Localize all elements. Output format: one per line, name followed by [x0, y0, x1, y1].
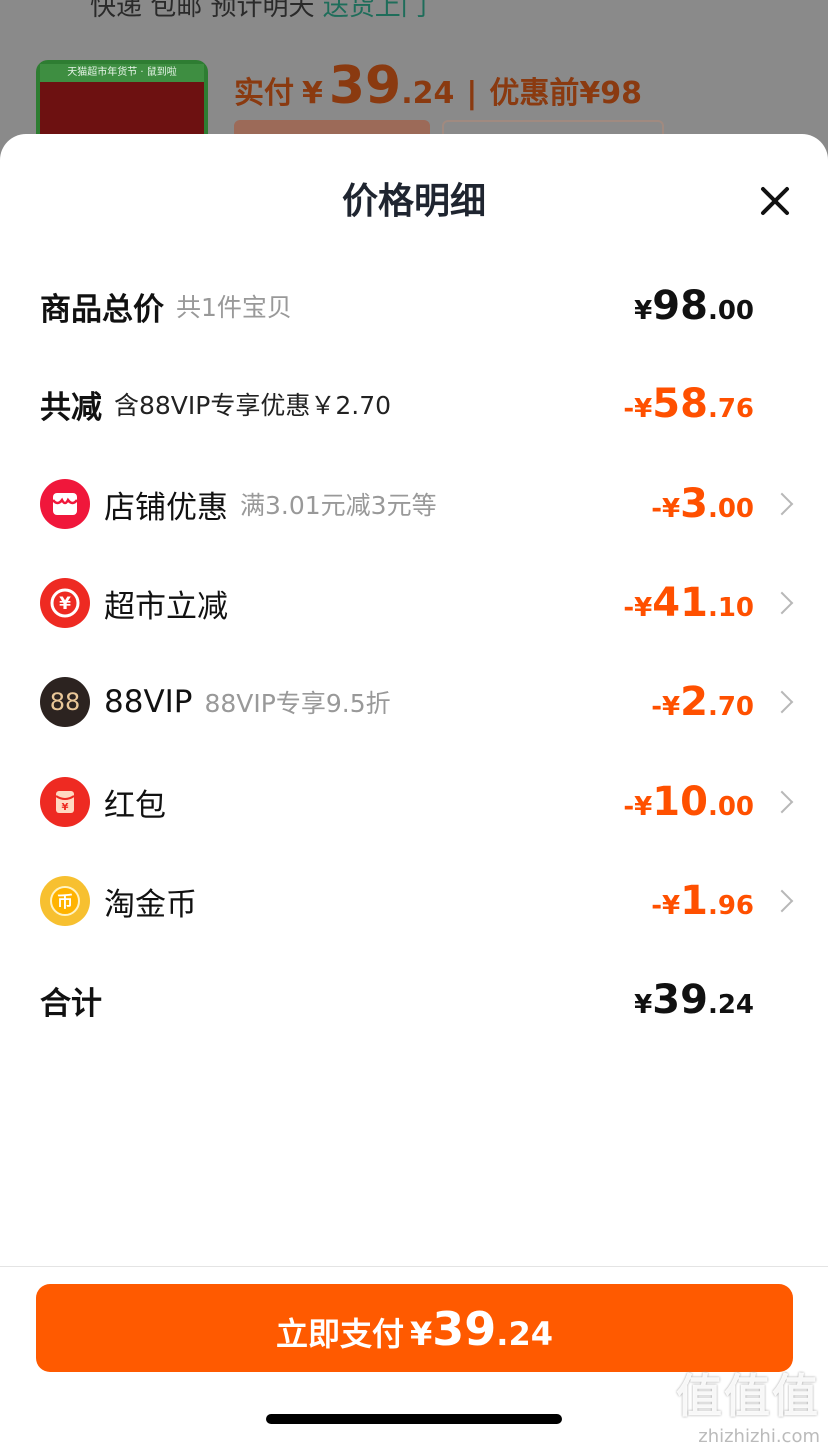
home-indicator[interactable] — [266, 1414, 562, 1424]
amount-currency: -¥ — [651, 494, 681, 524]
amount-dec: .00 — [707, 494, 754, 524]
88vip-note: 88VIP专享9.5折 — [204, 689, 391, 718]
88vip-label: 88VIP — [104, 684, 193, 720]
market-discount-label: 超市立减 — [104, 588, 228, 625]
row-red-envelope[interactable]: ¥ 红包 -¥10.00 — [40, 772, 828, 832]
item-total-amount: ¥98.00 — [634, 283, 754, 329]
amount-currency: -¥ — [623, 394, 653, 424]
amount-int: 41 — [652, 580, 708, 626]
paid-label: 实付 — [234, 76, 294, 111]
amount-int: 98 — [652, 283, 708, 329]
88vip-amount: -¥2.70 — [651, 679, 754, 725]
pre-discount-price: 优惠前¥98 — [489, 76, 642, 111]
watermark-url: zhizhizhi.com — [698, 1426, 820, 1443]
pay-button-label: 立即支付 — [276, 1315, 405, 1353]
amount-currency: ¥ — [634, 296, 653, 326]
delivery-info: 快递 包邮 预计明天 送货上门 — [90, 0, 427, 23]
sum-label: 合计 — [40, 985, 102, 1022]
amount-dec: .10 — [707, 593, 754, 623]
svg-text:¥: ¥ — [62, 802, 69, 813]
close-icon — [761, 187, 789, 215]
row-market-discount[interactable]: ¥ 超市立减 -¥41.10 — [40, 573, 828, 633]
svg-text:币: 币 — [57, 892, 73, 911]
item-total-label: 商品总价 — [40, 291, 164, 328]
amount-int: 39 — [652, 977, 708, 1023]
amount-currency: ¥ — [634, 990, 653, 1020]
pay-button-currency: ¥ — [410, 1315, 433, 1353]
row-sum: 合计 ¥39.24 — [40, 970, 828, 1030]
amount-currency: -¥ — [651, 692, 681, 722]
gold-coin-icon: 币 — [40, 876, 90, 926]
chevron-right-icon — [770, 591, 794, 615]
amount-dec: .00 — [707, 792, 754, 822]
red-envelope-icon: ¥ — [40, 777, 90, 827]
row-88vip-discount[interactable]: 88 88VIP 88VIP专享9.5折 -¥2.70 — [40, 672, 828, 732]
amount-dec: .76 — [707, 394, 754, 424]
row-item-total: 商品总价 共1件宝贝 ¥98.00 — [40, 276, 828, 336]
paid-dec: .24 — [401, 76, 455, 111]
close-button[interactable] — [752, 178, 798, 224]
sum-amount: ¥39.24 — [634, 977, 754, 1023]
amount-int: 1 — [680, 878, 708, 924]
reduction-label: 共减 — [40, 389, 102, 426]
chevron-right-icon — [770, 492, 794, 516]
chevron-right-icon — [770, 889, 794, 913]
amount-dec: .00 — [707, 296, 754, 326]
pay-button-dec: .24 — [496, 1315, 553, 1353]
pay-button-int: 39 — [432, 1302, 497, 1356]
delivery-link: 送货上门 — [322, 0, 427, 22]
thumbnail-caption: 天猫超市年货节 · 鼠到啦 — [40, 64, 204, 82]
amount-int: 3 — [680, 481, 708, 527]
red-envelope-amount: -¥10.00 — [623, 779, 754, 825]
amount-int: 58 — [652, 381, 708, 427]
red-envelope-label: 红包 — [104, 787, 166, 824]
svg-text:¥: ¥ — [59, 594, 71, 614]
taojinbi-amount: -¥1.96 — [651, 878, 754, 924]
taojinbi-label: 淘金币 — [104, 886, 197, 923]
amount-dec: .96 — [707, 891, 754, 921]
amount-int: 10 — [652, 779, 708, 825]
sheet-title: 价格明细 — [341, 181, 486, 222]
row-shop-discount[interactable]: 店铺优惠 满3.01元减3元等 -¥3.00 — [40, 474, 828, 534]
item-count: 共1件宝贝 — [176, 293, 292, 322]
88vip-icon: 88 — [40, 677, 90, 727]
chevron-right-icon — [770, 790, 794, 814]
amount-dec: .70 — [707, 692, 754, 722]
row-taojinbi[interactable]: 币 淘金币 -¥1.96 — [40, 871, 828, 931]
paid-currency: ¥ — [302, 76, 323, 111]
amount-int: 2 — [680, 679, 708, 725]
amount-currency: -¥ — [623, 792, 653, 822]
footer-divider — [0, 1266, 828, 1267]
amount-dec: .24 — [707, 990, 754, 1020]
reduction-note: 含88VIP专享优惠￥2.70 — [114, 391, 392, 420]
pay-now-button[interactable]: 立即支付 ¥ 39 .24 — [36, 1284, 793, 1372]
reduction-amount: -¥58.76 — [623, 381, 754, 427]
watermark-logo: 值值值 — [676, 1369, 820, 1423]
shop-discount-note: 满3.01元减3元等 — [240, 491, 437, 520]
paid-price: 实付 ¥ 39 .24 | 优惠前¥98 — [234, 56, 642, 116]
shop-discount-amount: -¥3.00 — [651, 481, 754, 527]
shop-discount-label: 店铺优惠 — [104, 489, 228, 526]
shop-icon — [40, 479, 90, 529]
amount-currency: -¥ — [623, 593, 653, 623]
amount-currency: -¥ — [651, 891, 681, 921]
yen-coin-icon: ¥ — [40, 578, 90, 628]
paid-int: 39 — [328, 56, 402, 116]
chevron-right-icon — [770, 690, 794, 714]
price-separator: | — [466, 76, 478, 111]
market-discount-amount: -¥41.10 — [623, 580, 754, 626]
price-detail-sheet: 价格明细 商品总价 共1件宝贝 ¥98.00 共减 含88VIP专享优惠￥2.7… — [0, 134, 828, 1443]
watermark: 值值值 zhizhizhi.com — [676, 1360, 820, 1443]
row-total-reduction: 共减 含88VIP专享优惠￥2.70 -¥58.76 — [40, 374, 828, 434]
